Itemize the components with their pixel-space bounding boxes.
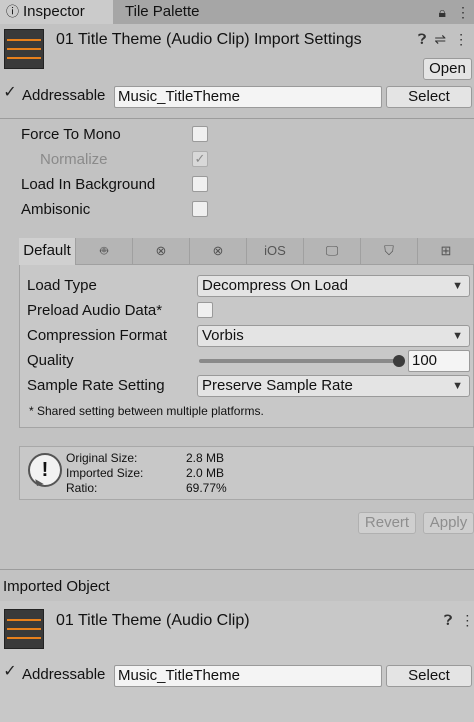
help-icon[interactable]: ❓︎	[444, 612, 452, 628]
tab-inspector[interactable]: ⓘ Inspector	[0, 0, 113, 24]
tab-default[interactable]: Default	[19, 238, 76, 265]
addressable-label: Addressable	[22, 87, 106, 104]
load-in-background-checkbox[interactable]	[192, 176, 208, 192]
imported-address-field[interactable]: Music_TitleTheme	[114, 665, 382, 687]
platform-tabs: Default 🤖︎ ⊗ ⊗ iOS 🖵︎ ⛉ ⊞	[19, 238, 474, 265]
original-size-label: Original Size:	[66, 451, 138, 465]
divider	[0, 118, 474, 119]
quality-slider-thumb[interactable]	[393, 355, 405, 367]
ratio-value: 69.77%	[186, 481, 227, 495]
addressable-checkbox[interactable]: ✓	[2, 85, 18, 102]
revert-button[interactable]: Revert	[358, 512, 416, 534]
quality-field[interactable]: 100	[408, 350, 470, 372]
tab-inspector-label: Inspector	[23, 3, 85, 20]
tab-actions: 🔒︎ ⋮	[429, 0, 470, 24]
sample-rate-label: Sample Rate Setting	[27, 377, 165, 394]
chevron-down-icon: ▼	[452, 380, 463, 392]
window-tab-bar: ⓘ Inspector Tile Palette 🔒︎ ⋮	[0, 0, 474, 24]
imported-object-heading: Imported Object	[3, 578, 110, 595]
normalize-label: Normalize	[40, 151, 108, 168]
compression-format-dropdown[interactable]: Vorbis ▼	[197, 325, 470, 347]
tab-tile-palette-label: Tile Palette	[125, 3, 200, 20]
load-type-dropdown[interactable]: Decompress On Load ▼	[197, 275, 470, 297]
kebab-menu-icon[interactable]: ⋮	[454, 31, 468, 47]
kebab-menu-icon[interactable]: ⋮	[456, 4, 470, 20]
imported-select-button[interactable]: Select	[386, 665, 472, 687]
preload-audio-checkbox[interactable]	[197, 302, 213, 318]
select-button[interactable]: Select	[386, 86, 472, 108]
compression-format-value: Vorbis	[202, 327, 244, 344]
kebab-menu-icon[interactable]: ⋮	[460, 612, 474, 628]
imported-addressable-checkbox[interactable]: ✓	[2, 664, 18, 681]
divider	[0, 569, 474, 570]
import-info-box: ! Original Size: 2.8 MB Imported Size: 2…	[19, 446, 474, 500]
imported-object-title: 01 Title Theme (Audio Clip)	[56, 612, 250, 629]
load-type-value: Decompress On Load	[202, 277, 348, 294]
imported-object-tools: ❓︎ ⋮	[444, 612, 474, 629]
chevron-down-icon: ▼	[452, 330, 463, 342]
address-field[interactable]: Music_TitleTheme	[114, 86, 382, 108]
sliders-icon[interactable]: ⇌	[434, 31, 446, 47]
original-size-value: 2.8 MB	[186, 451, 225, 465]
preload-audio-label: Preload Audio Data*	[27, 302, 163, 319]
load-type-label: Load Type	[27, 277, 97, 294]
tab-tile-palette[interactable]: Tile Palette	[113, 0, 233, 24]
audio-clip-icon	[4, 609, 44, 649]
imported-size-label: Imported Size:	[66, 466, 144, 480]
inspector-title: 01 Title Theme (Audio Clip) Import Setti…	[56, 31, 362, 48]
info-icon: ⓘ	[6, 4, 20, 19]
html5-icon[interactable]: ⛉	[361, 238, 418, 265]
normalize-checkbox: ✓	[192, 151, 208, 167]
monitor-icon[interactable]: 🖵︎	[304, 238, 361, 265]
apply-button[interactable]: Apply	[423, 512, 474, 534]
imported-object-section: Imported Object	[0, 571, 474, 601]
ratio-label: Ratio:	[66, 481, 98, 495]
open-button[interactable]: Open	[423, 58, 472, 80]
force-to-mono-label: Force To Mono	[21, 126, 121, 143]
force-to-mono-checkbox[interactable]	[192, 126, 208, 142]
ambisonic-checkbox[interactable]	[192, 201, 208, 217]
tab-ios[interactable]: iOS	[247, 238, 304, 265]
quality-slider-track[interactable]	[199, 359, 399, 363]
xbox-icon[interactable]: ⊗	[133, 238, 190, 265]
imported-size-value: 2.0 MB	[186, 466, 225, 480]
load-in-background-label: Load In Background	[21, 176, 156, 193]
chevron-down-icon: ▼	[452, 280, 463, 292]
shared-setting-note: * Shared setting between multiple platfo…	[29, 404, 264, 418]
xbox-series-icon[interactable]: ⊗	[190, 238, 247, 265]
sample-rate-dropdown[interactable]: Preserve Sample Rate ▼	[197, 375, 470, 397]
lock-icon[interactable]: 🔒︎	[439, 4, 446, 20]
header-tools: ❓︎ ⇌ ⋮	[418, 31, 468, 48]
info-icon: !	[28, 453, 62, 487]
help-icon[interactable]: ❓︎	[418, 31, 426, 47]
imported-addressable-label: Addressable	[22, 666, 106, 683]
sample-rate-value: Preserve Sample Rate	[202, 377, 353, 394]
audio-clip-icon	[4, 29, 44, 69]
quality-label: Quality	[27, 352, 74, 369]
ambisonic-label: Ambisonic	[21, 201, 91, 218]
windows-icon[interactable]: ⊞	[418, 238, 474, 265]
compression-format-label: Compression Format	[27, 327, 168, 344]
android-icon[interactable]: 🤖︎	[76, 238, 133, 265]
